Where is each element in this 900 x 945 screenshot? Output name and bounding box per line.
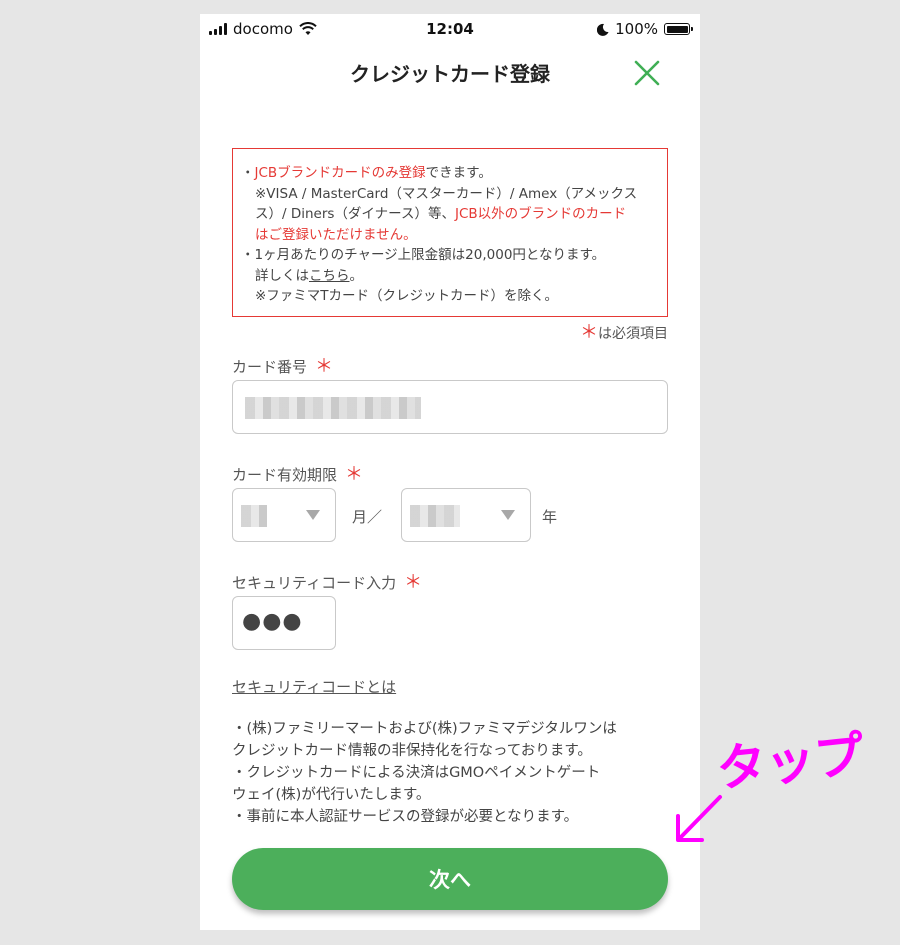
phone-screen: docomo 12:04 100% クレジットカード登録 ・JCBブランドカード… [200,14,700,930]
notice-line-1: ・JCBブランドカードのみ登録できます。 [241,165,492,181]
required-note: ＊は必須項目 [580,322,668,343]
close-icon [634,60,660,86]
info-text: ・(株)ファミリーマートおよび(株)ファミマデジタルワンは クレジットカード情報… [232,718,672,828]
expiry-month-value-masked [241,505,267,527]
expiry-year-value-masked [410,505,460,527]
status-right: 100% [597,20,693,38]
tap-annotation: タップ [713,725,867,799]
cvc-value: ●●● [242,609,303,634]
notice-line-4: はご登録いただけません。 [255,226,417,243]
details-link[interactable]: こちら [309,268,350,284]
info-line: ・事前に本人認証サービスの登録が必要となります。 [232,809,579,825]
chevron-down-icon [501,510,515,520]
info-line: ・クレジットカードによる決済はGMOペイメントゲート [232,765,601,781]
year-suffix: 年 [542,508,558,526]
next-button[interactable]: 次へ [232,848,668,910]
info-line: ウェイ(株)が代行いたします。 [232,787,431,803]
chevron-down-icon [306,510,320,520]
cvc-label: セキュリティコード入力＊ [232,572,423,593]
battery-percent: 100% [615,20,658,38]
battery-icon [664,23,693,35]
jcb-notice-box: ・JCBブランドカードのみ登録できます。 ※VISA / MasterCard（… [232,148,668,317]
close-button[interactable] [632,58,662,88]
page-title: クレジットカード登録 [350,62,550,86]
required-asterisk: ＊ [345,464,364,485]
expiry-month-select[interactable] [232,488,336,542]
card-number-label: カード番号＊ [232,356,334,377]
card-number-input[interactable] [232,380,668,434]
month-suffix: 月／ [352,508,383,526]
notice-line-6: 詳しくはこちら。 [255,267,363,284]
required-asterisk: ＊ [404,572,423,593]
required-asterisk: ＊ [315,356,334,377]
expiry-year-select[interactable] [401,488,531,542]
moon-icon [597,23,609,36]
notice-line-3: ス）/ Diners（ダイナース）等、JCB以外のブランドのカード [255,206,627,222]
notice-line-7: ※ファミマTカード（クレジットカード）を除く。 [255,288,559,304]
annotation-arrow-icon [676,795,722,842]
card-number-value-masked [245,397,421,419]
cvc-input[interactable]: ●●● [232,596,336,650]
info-line: ・(株)ファミリーマートおよび(株)ファミマデジタルワンは [232,721,617,737]
security-code-link[interactable]: セキュリティコードとは [232,676,396,697]
notice-line-2: ※VISA / MasterCard（マスターカード）/ Amex（アメックス [255,185,638,202]
notice-line-5: ・1ヶ月あたりのチャージ上限金額は20,000円となります。 [241,247,606,263]
expiry-label: カード有効期限＊ [232,464,364,485]
status-bar: docomo 12:04 100% [200,14,700,44]
info-line: クレジットカード情報の非保持化を行なっております。 [232,743,592,759]
